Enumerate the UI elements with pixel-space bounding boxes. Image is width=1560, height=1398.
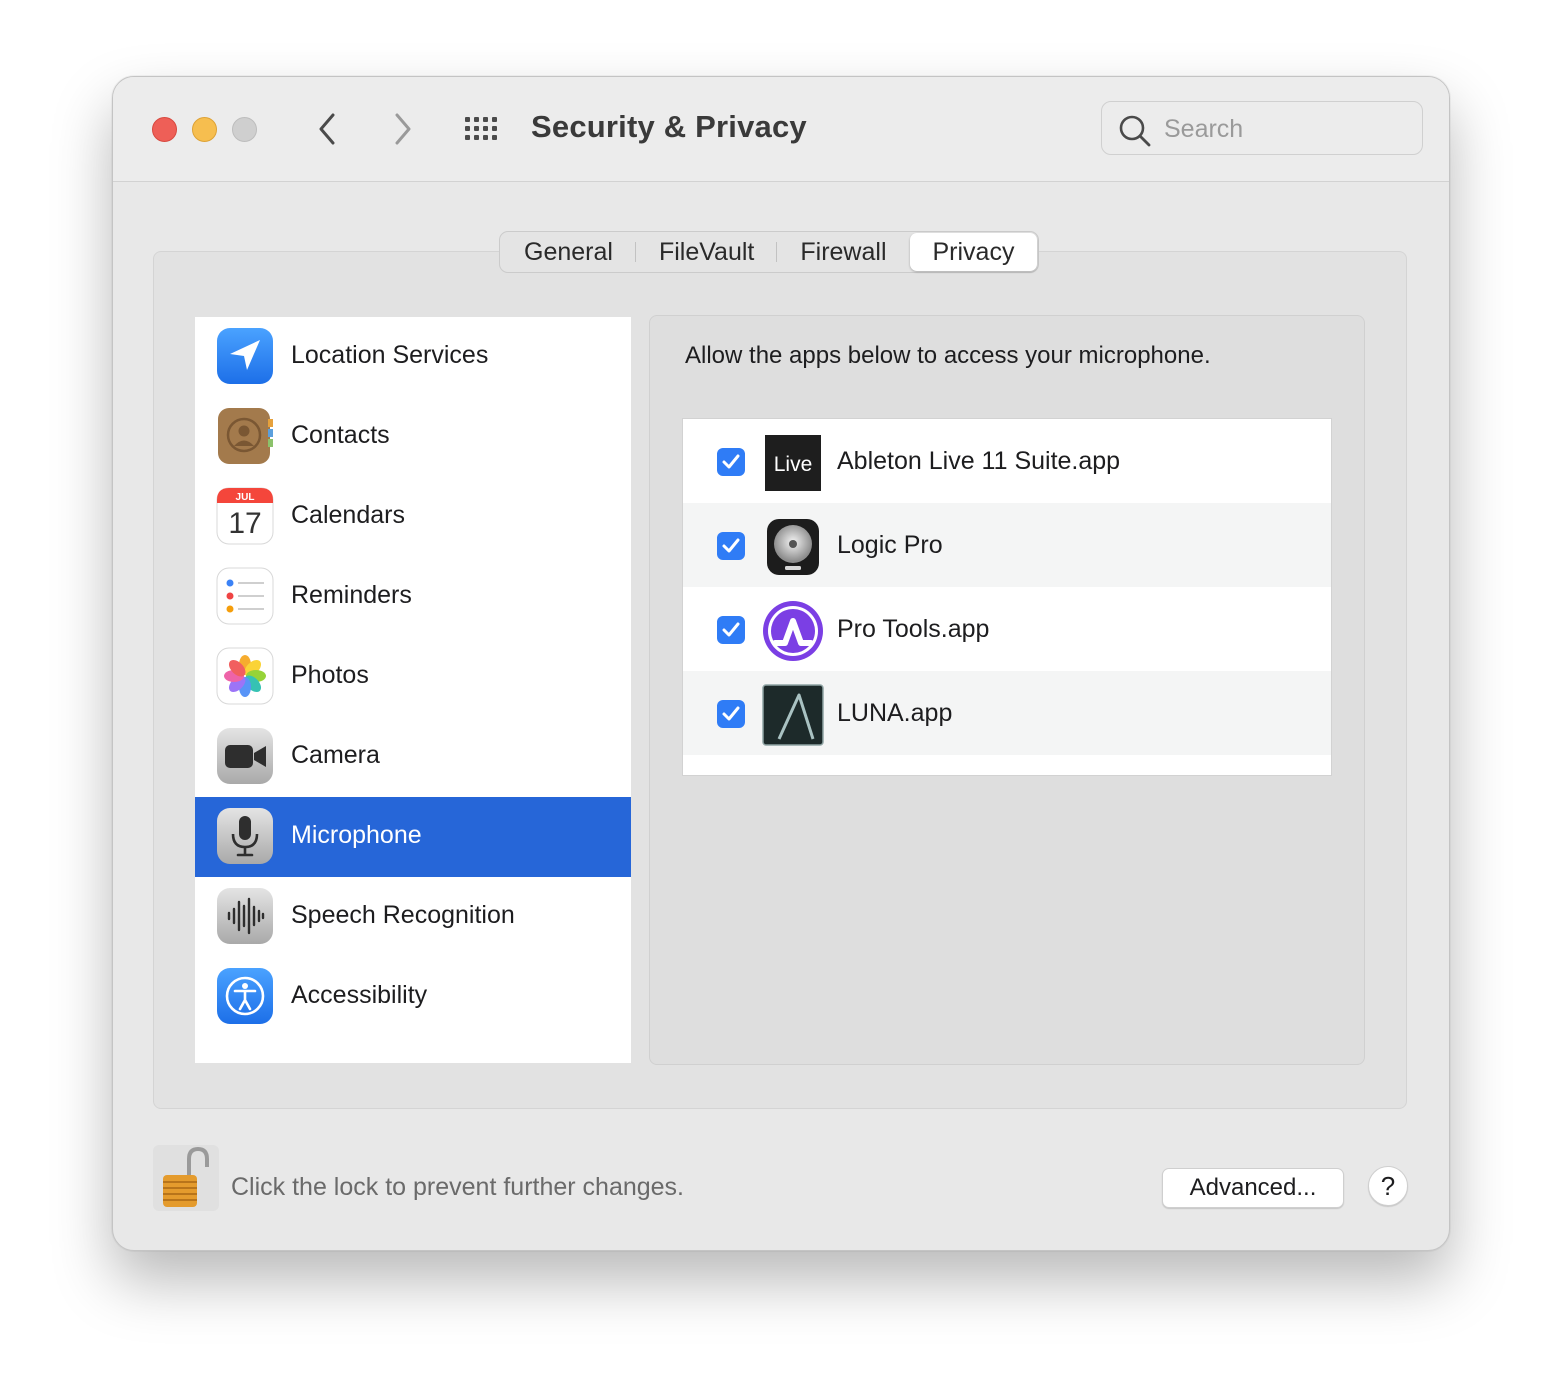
microphone-detail-pane: Allow the apps below to access your micr… [649, 315, 1365, 1065]
microphone-description: Allow the apps below to access your micr… [685, 342, 1211, 369]
sidebar-item-label: Location Services [291, 341, 489, 369]
app-permission-checkbox[interactable] [717, 616, 745, 644]
grid-icon [465, 117, 497, 140]
tab-general[interactable]: General [501, 233, 636, 271]
tab-bar: General FileVault Firewall Privacy [499, 231, 1040, 273]
app-permission-checkbox[interactable] [717, 700, 745, 728]
title-bar: Security & Privacy [113, 77, 1449, 182]
app-name: Logic Pro [837, 531, 943, 559]
sidebar-item-location-services[interactable]: Location Services [195, 317, 631, 397]
sidebar-item-label: Camera [291, 741, 380, 769]
pro-tools-icon [763, 601, 823, 661]
close-window-button[interactable] [152, 117, 177, 142]
app-permission-checkbox[interactable] [717, 448, 745, 476]
checkmark-icon [722, 622, 740, 637]
chevron-left-icon [319, 113, 335, 145]
sidebar-item-calendars[interactable]: JUL 17 Calendars [195, 477, 631, 557]
sidebar-item-label: Accessibility [291, 981, 428, 1009]
advanced-button[interactable]: Advanced... [1162, 1168, 1344, 1208]
app-row: Logic Pro [683, 503, 1331, 587]
sidebar-item-speech-recognition[interactable]: Speech Recognition [195, 877, 631, 957]
app-name: LUNA.app [837, 699, 953, 727]
reminders-list-icon [216, 567, 274, 625]
sidebar-item-accessibility[interactable]: Accessibility [195, 957, 631, 1037]
sidebar-item-reminders[interactable]: Reminders [195, 557, 631, 637]
sidebar-item-label: Speech Recognition [291, 901, 515, 929]
location-arrow-icon [217, 328, 273, 384]
minimize-window-button[interactable] [192, 117, 217, 142]
ableton-live-icon: Live [765, 435, 821, 491]
video-camera-icon [217, 728, 273, 784]
forward-button[interactable] [387, 111, 417, 147]
window-title: Security & Privacy [531, 109, 807, 144]
sidebar-item-photos[interactable]: Photos [195, 637, 631, 717]
search-field[interactable] [1101, 101, 1423, 155]
app-row: Live Ableton Live 11 Suite.app [683, 419, 1331, 503]
calendar-month: JUL [236, 492, 255, 503]
search-input[interactable] [1162, 112, 1406, 146]
photos-flower-icon [216, 647, 274, 705]
app-permission-checkbox[interactable] [717, 532, 745, 560]
app-permission-list: Live Ableton Live 11 Suite.app Logic Pro [682, 418, 1332, 776]
help-button[interactable]: ? [1368, 1166, 1408, 1206]
privacy-category-list: Location Services Contacts JUL 17 Calend… [195, 317, 631, 1063]
back-button[interactable] [313, 111, 343, 147]
zoom-window-button[interactable] [232, 117, 257, 142]
sidebar-item-camera[interactable]: Camera [195, 717, 631, 797]
tab-privacy[interactable]: Privacy [909, 233, 1038, 271]
tab-firewall[interactable]: Firewall [777, 233, 909, 271]
app-row: LUNA.app [683, 671, 1331, 755]
checkmark-icon [722, 538, 740, 553]
show-all-button[interactable] [463, 115, 503, 143]
sidebar-item-contacts[interactable]: Contacts [195, 397, 631, 477]
lock-status-text: Click the lock to prevent further change… [231, 1173, 685, 1201]
unlocked-padlock-icon [153, 1145, 219, 1211]
sidebar-item-label: Contacts [291, 421, 390, 449]
sidebar-item-microphone[interactable]: Microphone [195, 797, 631, 877]
sidebar-item-label: Microphone [291, 821, 422, 849]
accessibility-figure-icon [217, 968, 273, 1024]
checkmark-icon [722, 454, 740, 469]
checkmark-icon [722, 706, 740, 721]
luna-icon [762, 684, 824, 746]
waveform-icon [217, 888, 273, 944]
logic-pro-icon [767, 519, 819, 575]
sidebar-item-label: Photos [291, 661, 369, 689]
chevron-right-icon [395, 113, 411, 145]
contacts-book-icon [218, 408, 273, 464]
calendar-icon: JUL 17 [216, 487, 274, 545]
calendar-day: 17 [228, 507, 261, 540]
search-icon [1119, 115, 1151, 147]
app-row: Pro Tools.app [683, 587, 1331, 671]
lock-button[interactable] [153, 1145, 219, 1211]
tab-filevault[interactable]: FileVault [636, 233, 778, 271]
app-name: Ableton Live 11 Suite.app [837, 447, 1121, 475]
microphone-icon [217, 808, 273, 864]
preferences-window: Security & Privacy General FileVault Fir… [112, 76, 1450, 1251]
sidebar-item-label: Calendars [291, 501, 405, 529]
sidebar-item-label: Reminders [291, 581, 412, 609]
app-name: Pro Tools.app [837, 615, 990, 643]
ableton-live-icon-text: Live [774, 453, 813, 476]
